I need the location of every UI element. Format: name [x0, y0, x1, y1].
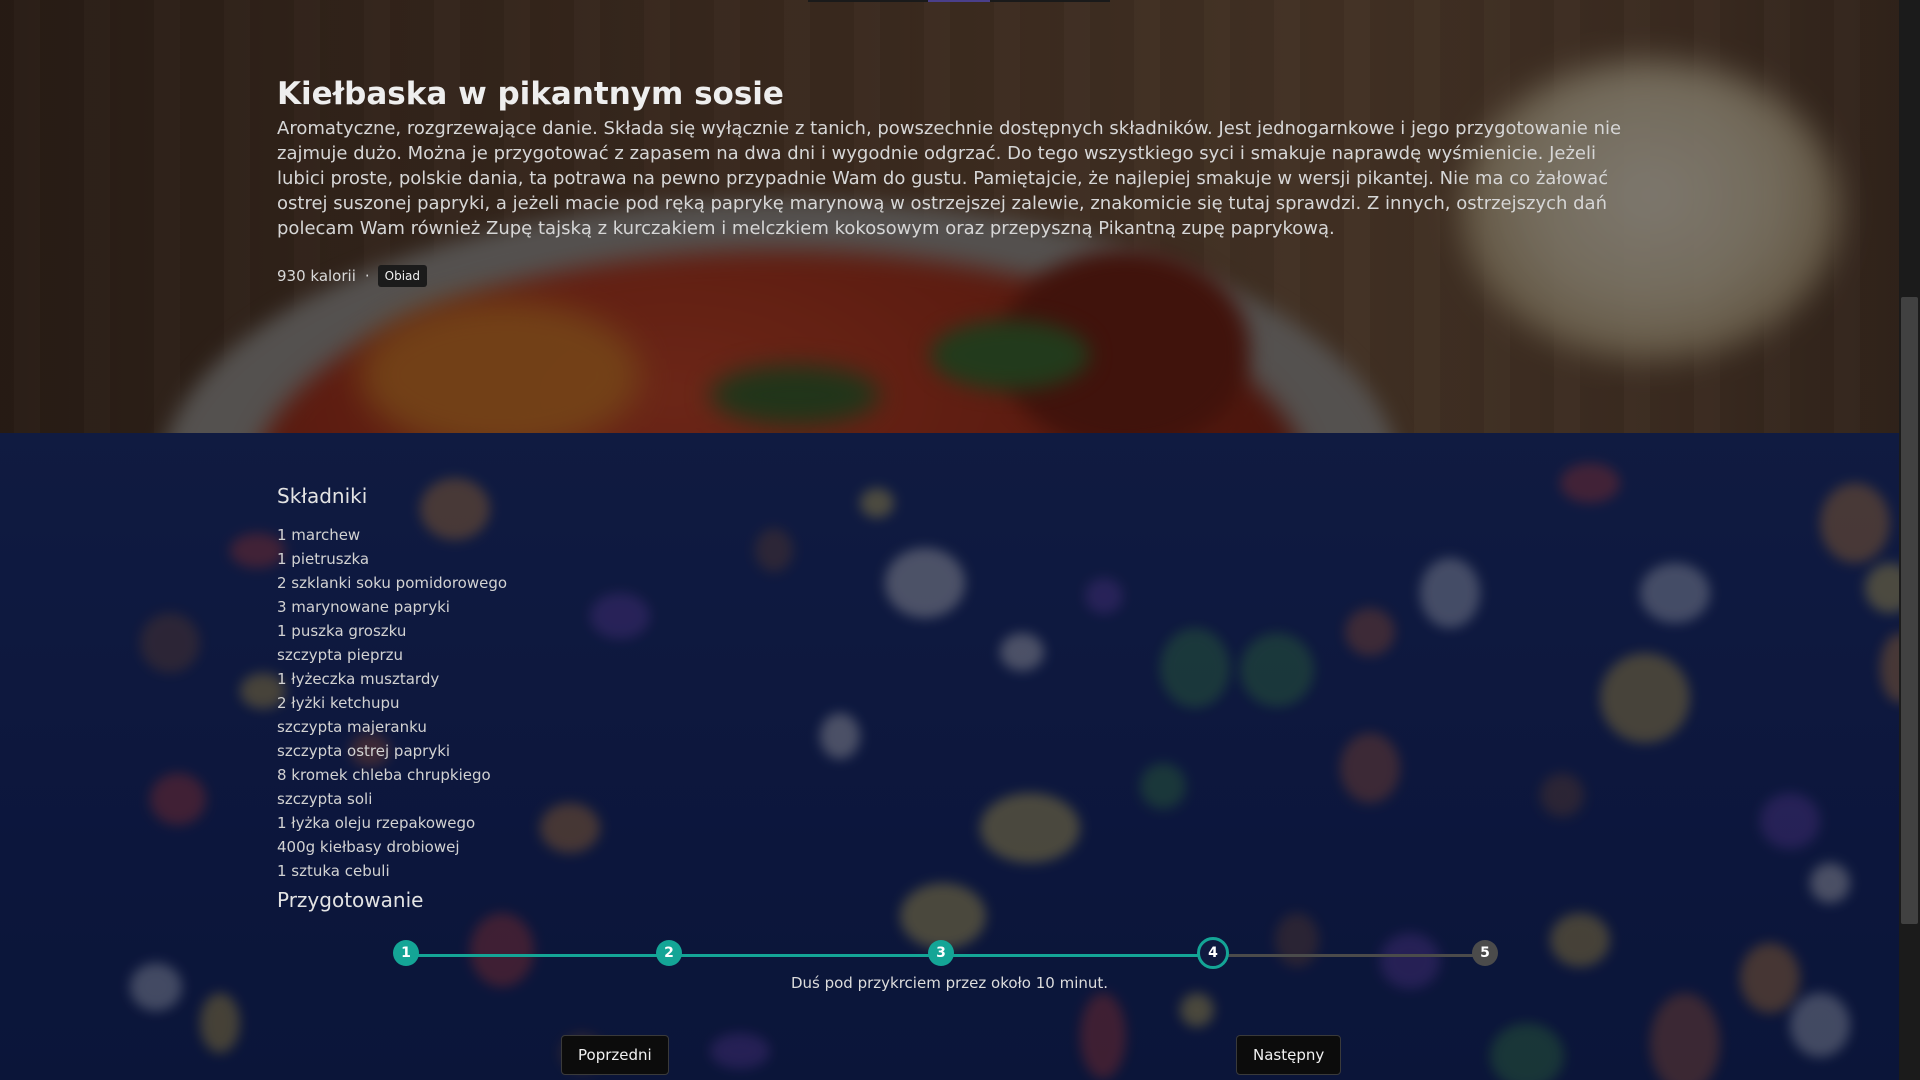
- previous-step-button[interactable]: Poprzedni: [561, 1035, 669, 1075]
- ingredient-item: szczypta soli: [277, 790, 373, 808]
- step-indicator-3[interactable]: 3: [928, 940, 954, 966]
- ingredient-item: 1 marchew: [277, 526, 361, 544]
- ingredient-item: 1 puszka groszku: [277, 622, 407, 640]
- stepper-track-segment: [406, 954, 669, 957]
- recipe-title: Kiełbaska w pikantnym sosie: [277, 76, 784, 112]
- stepper-track-segment: [941, 954, 1213, 957]
- recipe-calories: 930 kalorii: [277, 267, 356, 285]
- category-badge: Obiad: [377, 265, 428, 287]
- step-description: Duś pod przykrciem przez około 10 minut.: [0, 974, 1899, 992]
- preparation-title: Przygotowanie: [277, 888, 424, 912]
- ingredient-item: szczypta pieprzu: [277, 646, 404, 664]
- ingredients-section: Składniki 1 marchew 1 pietruszka 2 szklank…: [277, 481, 507, 915]
- ingredient-list: 1 marchew 1 pietruszka 2 szklanki soku pom…: [277, 523, 507, 883]
- recipe-meta: 930 kalorii · Obiad: [277, 265, 1637, 287]
- ingredient-item: 1 pietruszka: [277, 550, 370, 568]
- next-step-button[interactable]: Następny: [1236, 1035, 1342, 1075]
- step-indicator-4[interactable]: 4: [1197, 937, 1229, 969]
- scrollbar-thumb[interactable]: [1901, 297, 1918, 924]
- ingredient-item: 400g kiełbasy drobiowej: [277, 838, 460, 856]
- ingredient-item: 3 marynowane papryki: [277, 598, 450, 616]
- step-description-text: Duś pod przykrciem przez około 10 minut.: [790, 974, 1109, 992]
- ingredient-item: szczypta majeranku: [277, 718, 427, 736]
- meta-separator: ·: [364, 267, 370, 285]
- ingredients-title: Składniki: [277, 484, 368, 508]
- step-indicator-1[interactable]: 1: [393, 940, 419, 966]
- stepper-track-segment: [669, 954, 941, 957]
- stepper-track-segment: [1213, 954, 1485, 957]
- step-indicator-2[interactable]: 2: [656, 940, 682, 966]
- step-indicator-5[interactable]: 5: [1472, 940, 1498, 966]
- ingredient-item: 1 sztuka cebuli: [277, 862, 390, 880]
- top-tab-active-indicator: [928, 0, 990, 2]
- ingredient-item: 1 łyżka oleju rzepakowego: [277, 814, 476, 832]
- top-tab-indicator[interactable]: [808, 0, 1110, 2]
- recipe-body: Składniki 1 marchew 1 pietruszka 2 szklank…: [0, 433, 1899, 1080]
- recipe-hero: Kiełbaska w pikantnym sosie Aromatyczne,…: [0, 0, 1899, 433]
- page-scrollbar[interactable]: [1899, 0, 1920, 1080]
- ingredient-item: 1 łyżeczka musztardy: [277, 670, 440, 688]
- ingredient-item: 8 kromek chleba chrupkiego: [277, 766, 491, 784]
- ingredient-item: 2 szklanki soku pomidorowego: [277, 574, 508, 592]
- recipe-header: Kiełbaska w pikantnym sosie Aromatyczne,…: [277, 72, 1637, 287]
- ingredient-item: 2 łyżki ketchupu: [277, 694, 400, 712]
- ingredient-item: szczypta ostrej papryki: [277, 742, 451, 760]
- recipe-description: Aromatyczne, rozgrzewające danie. Składa…: [277, 118, 1622, 239]
